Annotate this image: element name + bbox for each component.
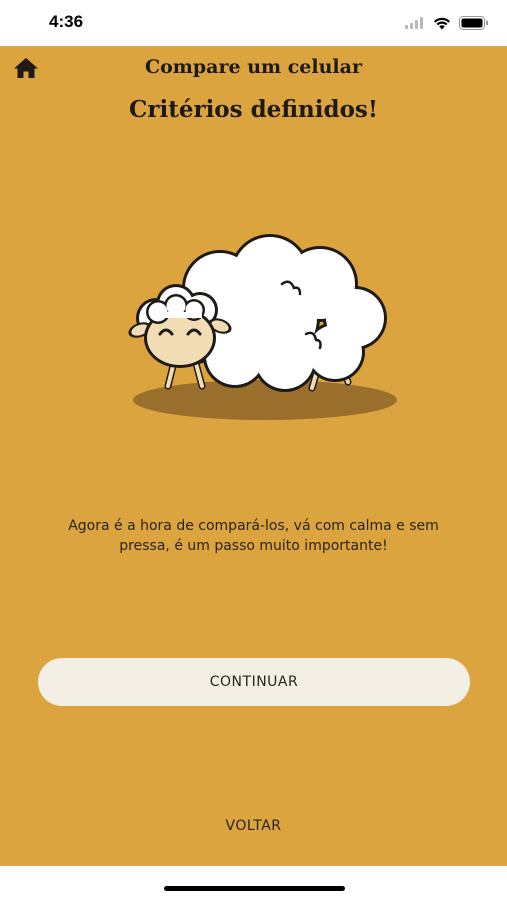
message-line-1: Agora é a hora de compará-los, vá com ca… [68,518,439,534]
instruction-message: Agora é a hora de compará-los, vá com ca… [30,516,477,556]
continue-button[interactable]: CONTINUAR [38,658,470,706]
cellular-signal-icon [405,17,423,29]
app-content: Compare um celular Critérios definidos! [0,46,507,866]
page-subtitle: Critérios definidos! [129,96,378,123]
battery-icon [459,16,488,30]
status-time: 4:36 [49,12,84,31]
status-icons [405,14,489,32]
phone-screen: 4:36 Compare um celular Critérios defini… [0,0,507,900]
home-indicator[interactable] [164,886,345,891]
back-button[interactable]: VOLTAR [0,818,507,834]
message-line-2: pressa, é um passo muito importante! [119,538,388,554]
wifi-icon [434,17,450,29]
page-title: Compare um celular [145,56,362,78]
sheep-illustration [128,234,397,420]
status-bar: 4:36 [0,0,507,46]
